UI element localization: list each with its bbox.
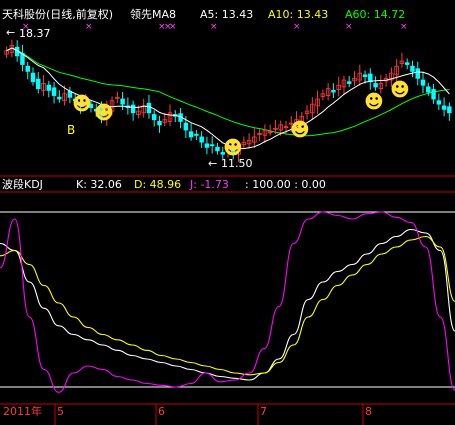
candle-body [447, 106, 452, 114]
candle-body [426, 86, 431, 93]
signal-x-marker: × [400, 22, 408, 32]
candle-body [420, 79, 426, 86]
candle-body [204, 143, 210, 148]
candle-body [199, 136, 204, 143]
kdj-levels-label: : 100.00 : 0.00 [245, 178, 326, 191]
time-axis-label: 7 [260, 405, 267, 418]
candle-body [25, 65, 30, 72]
time-axis-label: 6 [158, 405, 165, 418]
high-price-arrow: ← [6, 26, 16, 39]
candle-body [36, 78, 41, 90]
candle-body [415, 68, 420, 79]
candle-body [120, 98, 125, 105]
candle-body [30, 72, 36, 83]
candle-body [209, 144, 215, 147]
candle-body [46, 84, 52, 91]
ma5-label: A5: 13.43 [200, 8, 254, 21]
indicator-name-label: 领先MA8 [130, 8, 177, 21]
candle-body [146, 102, 152, 114]
candle-body [183, 122, 189, 131]
candle-body [404, 62, 410, 65]
signal-x-marker: × [169, 22, 177, 32]
candle-body [431, 89, 436, 100]
candle-body [436, 100, 442, 105]
signal-x-marker: × [210, 22, 218, 32]
candle-body [215, 146, 220, 152]
low-price-arrow: ← [208, 157, 218, 170]
candle-body [51, 87, 57, 96]
smiley-marker-icon: ☻ [364, 91, 384, 113]
kdj-d-label: D: 48.96 [134, 178, 182, 191]
time-axis-label: 5 [57, 405, 64, 418]
candle-body [410, 65, 415, 72]
candle-body [157, 121, 162, 126]
time-axis-label: 8 [365, 405, 372, 418]
chart-canvas[interactable]: × × ××× × × × × [0, 0, 455, 425]
smiley-marker-icon: ☻ [72, 93, 92, 115]
kdj-name-label: 波段KDJ [2, 178, 43, 191]
candle-body [368, 73, 373, 83]
kdj-d-line [0, 235, 455, 376]
smiley-marker-icon: ☻ [390, 79, 410, 101]
ma10-label: A10: 13.43 [268, 8, 329, 21]
ma60-label: A60: 14.72 [345, 8, 406, 21]
candle-body [362, 74, 368, 77]
signal-x-marker: × [293, 22, 301, 32]
candle-body [441, 105, 447, 110]
candle-body [57, 96, 62, 100]
smiley-marker-icon: ☻ [223, 137, 243, 159]
smiley-marker-icon: ☻ [290, 119, 310, 141]
signal-x-marker: × [345, 22, 353, 32]
candle-body [130, 104, 136, 114]
candle-body [188, 131, 194, 138]
kdj-j-label: J: -1.73 [190, 178, 229, 191]
candle-body [194, 133, 199, 136]
time-axis-label: 2011年 [3, 405, 42, 418]
stock-chart-window: × × × × × × × × × 天科股份(日线,前复权) 领先MA8 A5: 13.43 A… [0, 0, 455, 425]
candle-body [373, 83, 378, 88]
candle-body [151, 114, 157, 121]
signal-x-marker: × [85, 22, 93, 32]
stock-name-label: 天科股份(日线,前复权) [2, 8, 114, 21]
kdj-j-line [0, 211, 455, 393]
candle-body [346, 81, 352, 84]
kdj-k-label: K: 32.06 [76, 178, 122, 191]
high-price-label: 18.37 [19, 27, 51, 40]
smiley-marker-icon: ☻ [94, 102, 114, 124]
candle-body [331, 89, 336, 93]
buy-signal-label: B [67, 123, 76, 137]
